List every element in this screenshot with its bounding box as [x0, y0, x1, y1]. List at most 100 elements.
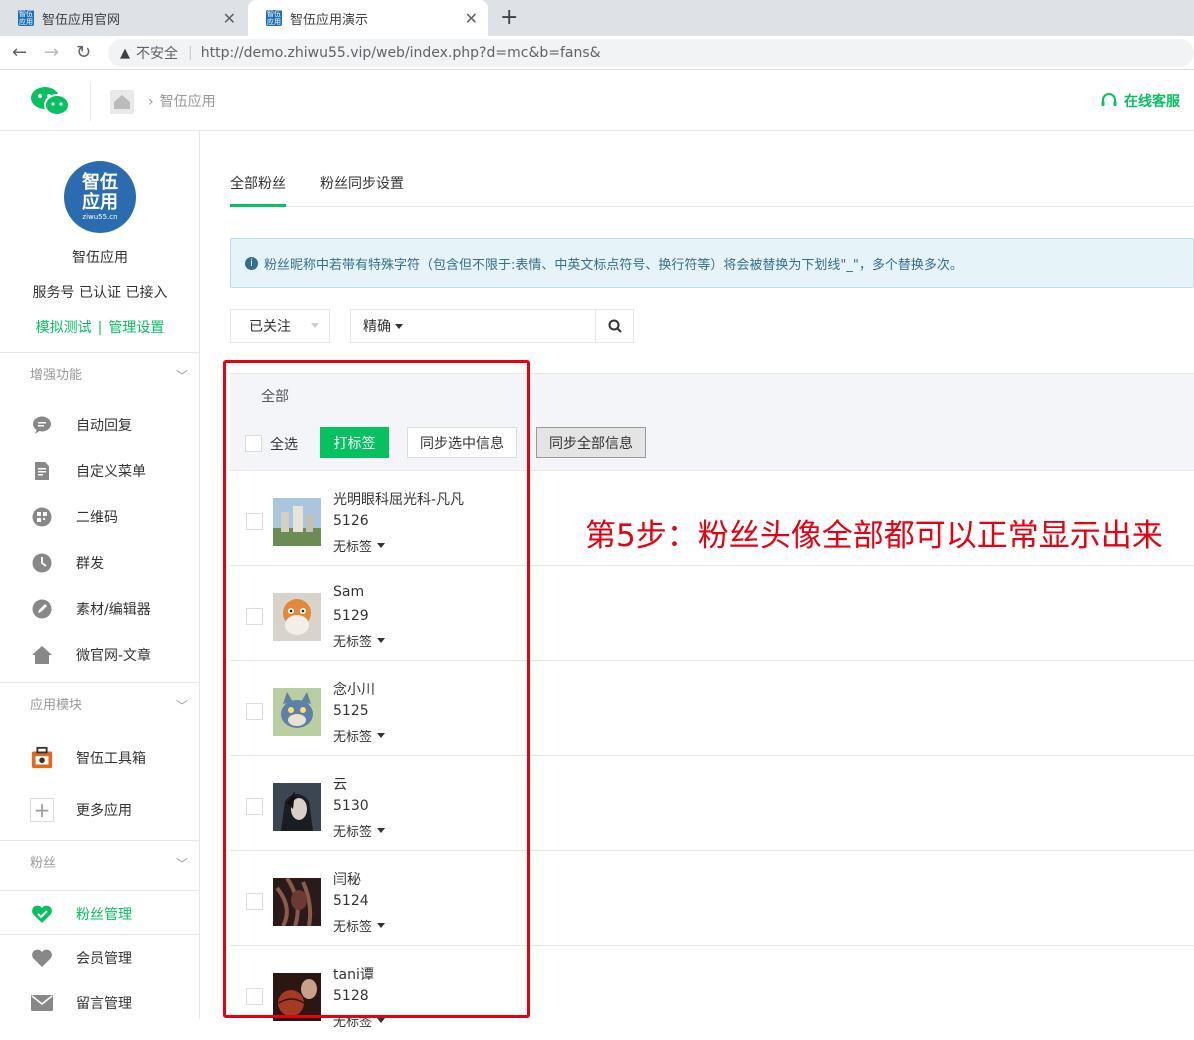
search-input[interactable] — [415, 309, 596, 343]
sidebar-item-auto-reply[interactable]: 自动回复 — [0, 402, 200, 448]
plus-icon: + — [30, 798, 54, 822]
fan-row: 闫秘 5124 无标签 — [230, 850, 1194, 945]
reload-icon[interactable]: ↻ — [76, 42, 91, 63]
navbar-divider — [90, 83, 91, 121]
sidebar-item-label: 会员管理 — [76, 950, 132, 967]
sidebar-item-label: 留言管理 — [76, 996, 132, 1012]
browser-tab-title: 智伍应用官网 — [42, 12, 121, 28]
sidebar-item-label: 素材/编辑器 — [76, 602, 151, 618]
caret-down-icon — [395, 323, 403, 329]
close-tab-icon[interactable]: ✕ — [223, 9, 236, 28]
fan-avatar[interactable] — [273, 688, 321, 736]
warning-icon: ▲ — [120, 45, 130, 61]
section-modules[interactable]: 应用模块 ﹀ — [0, 682, 200, 728]
fan-tag-dropdown[interactable]: 无标签 — [333, 1011, 386, 1030]
sidebar-item-micro-site[interactable]: 微官网-文章 — [0, 632, 200, 678]
chevron-down-icon — [311, 323, 319, 328]
fan-tag-label: 无标签 — [333, 730, 373, 745]
fan-checkbox[interactable] — [246, 703, 263, 720]
breadcrumb-current[interactable]: 智伍应用 — [160, 94, 216, 110]
sidebar-item-qrcode[interactable]: 二维码 — [0, 494, 200, 540]
omnibox-divider: | — [188, 45, 193, 61]
tag-button[interactable]: 打标签 — [320, 427, 389, 458]
browser-tab-official[interactable]: 智伍 应用 智伍应用官网 ✕ — [0, 0, 246, 36]
sidebar-item-broadcast[interactable]: 群发 — [0, 540, 200, 586]
fan-row: 云 5130 无标签 — [230, 755, 1194, 850]
fan-nickname: Sam — [333, 584, 365, 600]
fan-id: 5129 — [333, 608, 369, 624]
logo-sub-text: ziwu55.cn — [82, 212, 118, 221]
browser-tab-demo[interactable]: 智伍 应用 智伍应用演示 ✕ — [248, 0, 488, 36]
fan-avatar[interactable] — [273, 878, 321, 926]
sync-all-button[interactable]: 同步全部信息 — [536, 427, 646, 458]
section-enhance-title: 增强功能 — [30, 368, 83, 383]
sidebar-item-more-apps[interactable]: + 更多应用 — [0, 787, 200, 833]
fan-checkbox[interactable] — [246, 608, 263, 625]
fan-tag-dropdown[interactable]: 无标签 — [333, 726, 386, 745]
sidebar-item-label: 二维码 — [76, 510, 118, 526]
home-icon — [30, 643, 54, 667]
sidebar-item-member-manage[interactable]: 会员管理 — [0, 934, 200, 980]
select-all-checkbox[interactable] — [245, 435, 262, 452]
new-tab-icon[interactable]: + — [500, 5, 518, 30]
fan-avatar[interactable] — [273, 498, 321, 546]
group-all-label[interactable]: 全部 — [261, 386, 289, 406]
search-button[interactable] — [595, 309, 634, 343]
section-modules-title: 应用模块 — [30, 698, 83, 713]
fan-checkbox[interactable] — [246, 893, 263, 910]
fan-tag-dropdown[interactable]: 无标签 — [333, 536, 386, 555]
sidebar-item-material-editor[interactable]: 素材/编辑器 — [0, 586, 200, 632]
search-icon — [608, 319, 622, 333]
service-label: 在线客服 — [1124, 94, 1180, 110]
sidebar-item-label: 微官网-文章 — [76, 648, 152, 664]
section-enhance[interactable]: 增强功能 ﹀ — [0, 352, 200, 398]
sidebar-item-toolbox[interactable]: 智伍工具箱 — [0, 735, 200, 781]
sidebar-item-fans-manage[interactable]: 粉丝管理 — [0, 890, 200, 936]
sidebar-item-label: 自动回复 — [76, 418, 132, 434]
fan-id: 5126 — [333, 513, 369, 529]
fan-tag-dropdown[interactable]: 无标签 — [333, 631, 386, 650]
info-alert: i 粉丝昵称中若带有特殊字符（包含但不限于:表情、中英文标点符号、换行符等）将会… — [230, 238, 1194, 288]
tab-all-fans[interactable]: 全部粉丝 — [230, 173, 286, 207]
fan-tag-label: 无标签 — [333, 920, 373, 935]
close-tab-icon[interactable]: ✕ — [465, 9, 478, 28]
online-service-link[interactable]: 在线客服 — [1100, 91, 1180, 111]
fan-tag-dropdown[interactable]: 无标签 — [333, 821, 386, 840]
fan-id: 5125 — [333, 703, 369, 719]
match-mode-dropdown[interactable]: 精确 — [350, 309, 416, 343]
fan-row: Sam 5129 无标签 — [230, 565, 1194, 660]
follow-status-select[interactable]: 已关注 — [230, 309, 330, 343]
fan-checkbox[interactable] — [246, 988, 263, 1005]
step-annotation: 第5步：粉丝头像全部都可以正常显示出来 — [585, 518, 1163, 554]
manage-settings-link[interactable]: 管理设置 — [108, 320, 164, 336]
pencil-icon — [30, 597, 54, 621]
fan-avatar[interactable] — [273, 973, 321, 1021]
fan-checkbox[interactable] — [246, 513, 263, 530]
fan-tag-label: 无标签 — [333, 825, 373, 840]
url-omnibox[interactable]: ▲ 不安全 | http://demo.zhiwu55.vip/web/inde… — [108, 39, 1194, 67]
fan-tag-label: 无标签 — [333, 635, 373, 650]
section-fans[interactable]: 粉丝 ﹀ — [0, 840, 200, 886]
home-icon[interactable] — [110, 90, 134, 114]
forward-arrow-icon[interactable]: → — [44, 42, 59, 63]
url-text: http://demo.zhiwu55.vip/web/index.php?d=… — [200, 45, 601, 61]
sidebar-item-message-manage[interactable]: 留言管理 — [0, 980, 200, 1026]
account-name: 智伍应用 — [72, 250, 128, 266]
fan-avatar[interactable] — [273, 783, 321, 831]
tab-fan-sync-settings[interactable]: 粉丝同步设置 — [320, 173, 404, 207]
fan-checkbox[interactable] — [246, 798, 263, 815]
fan-nickname: 念小川 — [333, 682, 375, 698]
back-arrow-icon[interactable]: ← — [12, 42, 27, 63]
fan-tag-dropdown[interactable]: 无标签 — [333, 916, 386, 935]
browser-tab-title: 智伍应用演示 — [290, 12, 369, 28]
caret-down-icon — [377, 543, 386, 548]
sync-selected-button[interactable]: 同步选中信息 — [407, 427, 517, 458]
logo-text-bottom: 应用 — [82, 191, 118, 213]
account-logo: 智伍 应用 ziwu55.cn — [64, 161, 136, 233]
wechat-logo-icon[interactable] — [30, 85, 70, 117]
fan-avatar[interactable] — [273, 593, 321, 641]
simulate-test-link[interactable]: 模拟测试 — [36, 320, 92, 336]
fan-tag-label: 无标签 — [333, 540, 373, 555]
browser-tab-bar: 智伍 应用 智伍应用官网 ✕ 智伍 应用 智伍应用演示 ✕ + — [0, 0, 1194, 36]
sidebar-item-custom-menu[interactable]: 自定义菜单 — [0, 448, 200, 494]
